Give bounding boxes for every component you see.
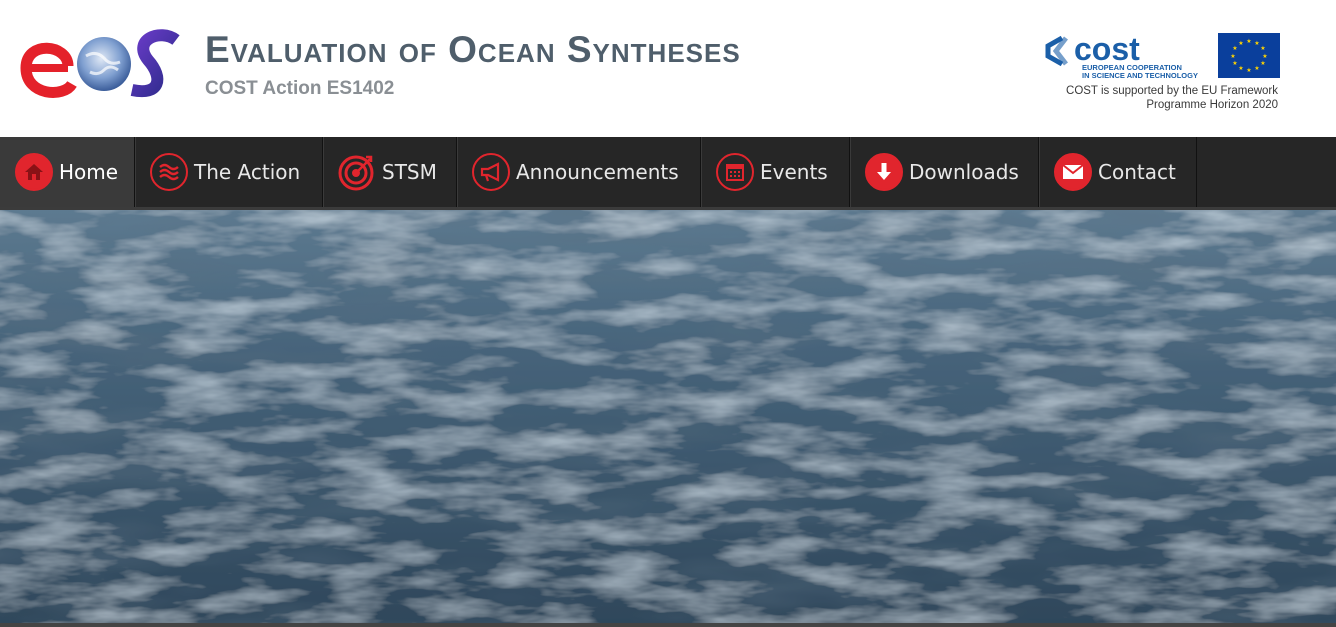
site-subtitle: COST Action ES1402 <box>205 78 395 99</box>
svg-text:★: ★ <box>1246 38 1251 45</box>
svg-text:★: ★ <box>1254 65 1259 72</box>
svg-text:★: ★ <box>1260 60 1265 67</box>
nav-item-contact[interactable]: Contact <box>1039 137 1197 207</box>
cost-note-line-1: COST is supported by the EU Framework <box>1066 85 1278 97</box>
svg-text:★: ★ <box>1232 60 1237 67</box>
svg-text:★: ★ <box>1230 53 1235 60</box>
envelope-icon <box>1054 153 1092 191</box>
download-icon <box>865 153 903 191</box>
site-header: Evaluation of Ocean Syntheses COST Actio… <box>0 0 1336 137</box>
nav-item-downloads[interactable]: Downloads <box>850 137 1039 207</box>
nav-item-the-action[interactable]: The Action <box>135 137 323 207</box>
eos-logo[interactable] <box>20 26 186 104</box>
waves-icon <box>150 153 188 191</box>
cost-support-note: COST is supported by the EU Framework Pr… <box>1018 84 1278 112</box>
site-title: Evaluation of Ocean Syntheses <box>205 29 741 70</box>
nav-label: Announcements <box>516 160 679 184</box>
home-icon <box>15 153 53 191</box>
nav-item-events[interactable]: Events <box>701 137 850 207</box>
svg-text:★: ★ <box>1238 65 1243 72</box>
cost-tagline-2: IN SCIENCE AND TECHNOLOGY <box>1082 71 1198 80</box>
svg-text:★: ★ <box>1246 67 1251 74</box>
cost-note-line-2: Programme Horizon 2020 <box>1146 99 1278 111</box>
nav-label: The Action <box>194 160 301 184</box>
eu-flag: ★ ★ ★ ★ ★ ★ ★ ★ ★ ★ ★ ★ <box>1218 33 1280 78</box>
bottom-divider <box>0 623 1336 627</box>
megaphone-icon <box>472 153 510 191</box>
hero-ocean-image <box>0 210 1336 623</box>
nav-label: STSM <box>382 160 437 184</box>
nav-item-home[interactable]: Home <box>0 137 135 207</box>
cost-logo-text: cost <box>1074 32 1140 67</box>
svg-text:★: ★ <box>1262 53 1267 60</box>
main-nav: Home The Action STSM Announcements Event… <box>0 137 1336 210</box>
nav-label: Downloads <box>909 160 1019 184</box>
nav-label: Home <box>59 160 119 184</box>
nav-label: Contact <box>1098 160 1176 184</box>
svg-text:★: ★ <box>1238 40 1243 47</box>
nav-label: Events <box>760 160 828 184</box>
svg-text:★: ★ <box>1260 45 1265 52</box>
calendar-icon <box>716 153 754 191</box>
svg-text:★: ★ <box>1254 40 1259 47</box>
cost-logo[interactable]: cost EUROPEAN COOPERATION IN SCIENCE AND… <box>1044 31 1214 80</box>
target-icon <box>338 153 376 191</box>
svg-text:★: ★ <box>1232 45 1237 52</box>
nav-item-announcements[interactable]: Announcements <box>457 137 701 207</box>
nav-item-stsm[interactable]: STSM <box>323 137 457 207</box>
